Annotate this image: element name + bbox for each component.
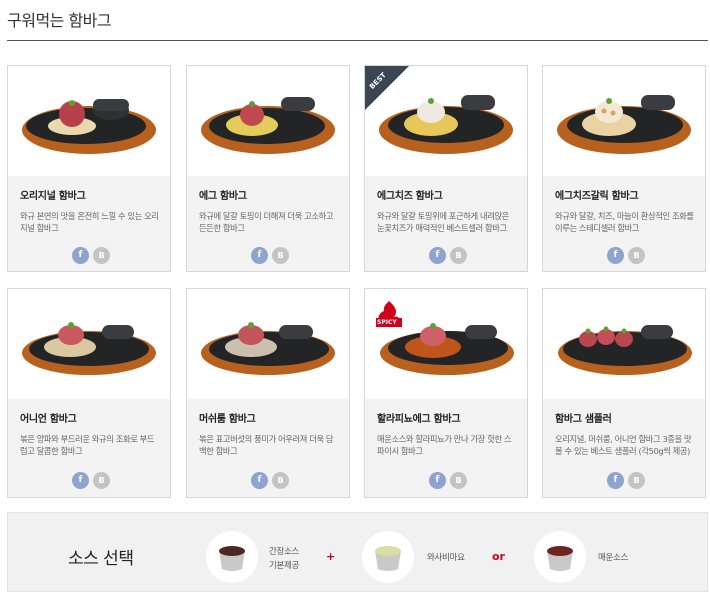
product-image[interactable]: BEST — [365, 66, 527, 176]
product-card[interactable]: SPICY 할라피뇨에그 함바그 매운소스와 할라피뇨가 만나 가장 핫한 스파… — [364, 288, 528, 498]
blog-share-icon[interactable]: B — [272, 472, 289, 489]
product-image[interactable]: SPICY — [365, 289, 527, 399]
hamburg-plate-egg-icon — [201, 97, 335, 154]
or-separator: or — [492, 550, 505, 563]
sauce-note: 기본제공 — [269, 561, 300, 571]
facebook-share-icon[interactable]: f — [72, 472, 89, 489]
facebook-share-icon[interactable]: f — [429, 247, 446, 264]
product-card[interactable]: 에그 함바그 와규에 달걀 토핑이 더해져 더욱 고소하고 든든한 함바그 f … — [186, 65, 350, 272]
sauce-name: 매운소스 — [598, 553, 629, 563]
product-description: 매운소스와 할라피뇨가 만나 가장 핫한 스파이시 함바그 — [377, 434, 512, 456]
product-description: 볶은 표고버섯의 풍미가 어우러져 더욱 담백한 함바그 — [199, 434, 334, 456]
sauce-label: 매운소스 — [598, 551, 628, 565]
product-card[interactable]: 오리지널 함바그 와규 본연의 맛을 온전히 느낄 수 있는 오리지널 함바그 … — [7, 65, 171, 272]
facebook-share-icon[interactable]: f — [607, 247, 624, 264]
facebook-share-icon[interactable]: f — [72, 247, 89, 264]
product-card[interactable]: BEST 에그치즈 함바그 와규와 달걀 토핑위에 포근하게 내려앉은 눈꽃치즈… — [364, 65, 528, 272]
product-image[interactable] — [187, 289, 349, 399]
product-card[interactable]: 머쉬룸 함바그 볶은 표고버섯의 풍미가 어우러져 더욱 담백한 함바그 f B — [186, 288, 350, 498]
blog-share-icon[interactable]: B — [450, 472, 467, 489]
product-name[interactable]: 에그치즈 함바그 — [377, 187, 443, 202]
blog-share-icon[interactable]: B — [450, 247, 467, 264]
product-name[interactable]: 에그치즈갈릭 함바그 — [555, 187, 639, 202]
title-divider — [7, 40, 708, 41]
blog-share-icon[interactable]: B — [93, 472, 110, 489]
product-card[interactable]: 어니언 함바그 볶은 양파와 부드러운 와규의 조화로 부드럽고 달콤한 함바그… — [7, 288, 171, 498]
hamburg-plate-mushroom-icon — [201, 322, 335, 375]
product-description: 오리지널, 머쉬룸, 어니언 함바그 3종을 맛볼 수 있는 베스트 샘플러 (… — [555, 434, 692, 456]
product-description: 와규에 달걀 토핑이 더해져 더욱 고소하고 든든한 함바그 — [199, 211, 334, 233]
facebook-share-icon[interactable]: f — [251, 472, 268, 489]
product-description: 와규 본연의 맛을 온전히 느낄 수 있는 오리지널 함바그 — [20, 211, 159, 233]
product-card[interactable]: 에그치즈갈릭 함바그 와규와 달걀, 치즈, 마늘이 환상적인 조화를 이루는 … — [542, 65, 706, 272]
spicy-sauce-option[interactable] — [534, 531, 586, 583]
blog-share-icon[interactable]: B — [93, 247, 110, 264]
blog-share-icon[interactable]: B — [628, 472, 645, 489]
sauce-heading: 소스 선택 — [68, 549, 134, 569]
spicy-sauce-cup-icon — [547, 546, 573, 571]
product-card[interactable]: 함바그 샘플러 오리지널, 머쉬룸, 어니언 함바그 3종을 맛볼 수 있는 베… — [542, 288, 706, 498]
spicy-badge-label: SPICY — [377, 319, 397, 326]
sauce-name: 와사비마요 — [427, 553, 465, 563]
sauce-label: 간장소스 기본제공 — [269, 545, 299, 573]
soy-sauce-option[interactable] — [206, 531, 258, 583]
hamburg-plate-egg-cheese-garlic-icon — [557, 95, 691, 154]
product-name[interactable]: 할라피뇨에그 함바그 — [377, 410, 461, 425]
blog-share-icon[interactable]: B — [272, 247, 289, 264]
product-name[interactable]: 에그 함바그 — [199, 187, 247, 202]
sauce-selection-panel: 소스 선택 간장소스 기본제공 + 와사비마요 or 매운소스 — [7, 512, 708, 592]
product-name[interactable]: 머쉬룸 함바그 — [199, 410, 256, 425]
product-image[interactable] — [187, 66, 349, 176]
product-description: 와규와 달걀, 치즈, 마늘이 환상적인 조화를 이루는 스테디셀러 함바그 — [555, 211, 694, 233]
product-description: 와규와 달걀 토핑위에 포근하게 내려앉은 눈꽃치즈가 매력적인 베스트셀러 함… — [377, 211, 509, 233]
hamburg-plate-sampler-icon — [558, 325, 692, 375]
product-image[interactable] — [543, 289, 705, 399]
hamburg-plate-onion-icon — [22, 322, 156, 375]
product-image[interactable] — [8, 66, 170, 176]
plus-separator: + — [326, 550, 336, 563]
sauce-name: 간장소스 — [269, 547, 300, 557]
product-image[interactable] — [543, 66, 705, 176]
product-name[interactable]: 함바그 샘플러 — [555, 410, 612, 425]
hamburg-plate-original-icon — [22, 99, 156, 154]
product-name[interactable]: 오리지널 함바그 — [20, 187, 86, 202]
sauce-label: 와사비마요 — [427, 551, 465, 565]
product-image[interactable] — [8, 289, 170, 399]
wasabi-mayo-option[interactable] — [362, 531, 414, 583]
page-title: 구워먹는 함바그 — [7, 11, 112, 30]
facebook-share-icon[interactable]: f — [429, 472, 446, 489]
facebook-share-icon[interactable]: f — [251, 247, 268, 264]
product-name[interactable]: 어니언 함바그 — [20, 410, 77, 425]
soy-sauce-cup-icon — [219, 546, 245, 571]
blog-share-icon[interactable]: B — [628, 247, 645, 264]
wasabi-mayo-cup-icon — [375, 546, 401, 571]
facebook-share-icon[interactable]: f — [607, 472, 624, 489]
product-description: 볶은 양파와 부드러운 와규의 조화로 부드럽고 달콤한 함바그 — [20, 434, 155, 456]
